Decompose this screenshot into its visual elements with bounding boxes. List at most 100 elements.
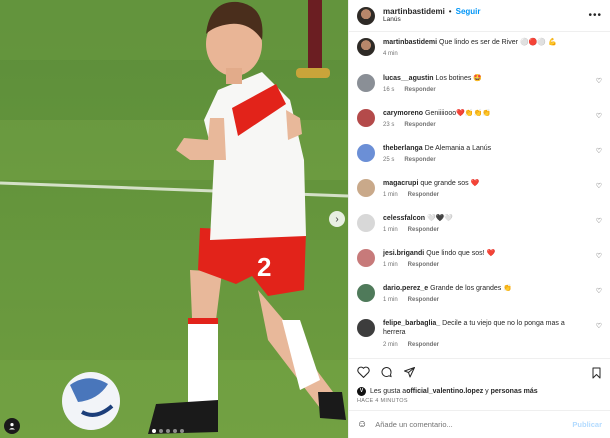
- reply-button[interactable]: Responder: [404, 122, 435, 128]
- reply-button[interactable]: Responder: [408, 297, 439, 303]
- commenter-avatar[interactable]: [357, 144, 375, 162]
- carousel-dot: [180, 429, 184, 433]
- football-photo: 2: [0, 0, 348, 438]
- heart-icon[interactable]: ♡: [596, 182, 602, 190]
- heart-icon[interactable]: ♡: [596, 287, 602, 295]
- heart-icon[interactable]: ♡: [596, 217, 602, 225]
- comment-username[interactable]: magacrupi: [383, 180, 418, 187]
- chevron-right-icon: ›: [335, 213, 339, 225]
- caption-time: 4 min: [383, 51, 398, 58]
- author-avatar[interactable]: [357, 6, 375, 25]
- commenter-avatar[interactable]: [357, 179, 375, 197]
- author-username[interactable]: martinbastidemi: [383, 7, 445, 16]
- comment-text: Grande de los grandes 👏: [430, 285, 512, 292]
- reply-button[interactable]: Responder: [408, 192, 439, 198]
- heart-icon[interactable]: ♡: [596, 322, 602, 330]
- comment-item: carymoreno Geniiiiooo❤️👏👏👏 23 s Responder ♡: [357, 109, 602, 144]
- comment-time: 23 s: [383, 122, 395, 129]
- caption: martinbastidemi Que lindo es ser de Rive…: [357, 38, 602, 74]
- comment-input[interactable]: Añade un comentario...: [375, 420, 572, 429]
- post-sidebar: martinbastidemi • Seguir Lanús ••• marti…: [348, 0, 610, 438]
- caption-username[interactable]: martinbastidemi: [383, 39, 437, 46]
- comment-username[interactable]: carymoreno: [383, 110, 423, 117]
- comment-time: 2 min: [383, 341, 398, 348]
- like-button[interactable]: [357, 366, 370, 378]
- next-image-button[interactable]: ›: [329, 211, 345, 227]
- comment-icon: [381, 366, 392, 377]
- comment-text: 🤍🖤🤍: [426, 215, 454, 222]
- comment-username[interactable]: celessfalcon: [383, 215, 425, 222]
- heart-icon[interactable]: ♡: [596, 147, 602, 155]
- likes-others-link[interactable]: personas más: [491, 388, 538, 395]
- tagged-users-button[interactable]: [4, 418, 20, 434]
- comment-item: magacrupi que grande sos ❤️ 1 min Responde…: [357, 179, 602, 214]
- heart-icon[interactable]: ♡: [596, 112, 602, 120]
- more-options-icon[interactable]: •••: [588, 10, 602, 21]
- comment-time: 16 s: [383, 87, 395, 94]
- emoji-icon[interactable]: ☺: [357, 419, 367, 430]
- liker-avatar: V: [357, 386, 366, 396]
- comment-text: Los botines 🤩: [435, 75, 482, 82]
- comments-list[interactable]: martinbastidemi Que lindo es ser de Rive…: [349, 32, 610, 358]
- post-location[interactable]: Lanús: [383, 16, 481, 23]
- publish-button[interactable]: Publicar: [572, 420, 602, 429]
- comment-username[interactable]: lucas__agustin: [383, 75, 434, 82]
- comment-username[interactable]: jesi.brigandi: [383, 250, 424, 257]
- carousel-dot: [166, 429, 170, 433]
- commenter-avatar[interactable]: [357, 249, 375, 267]
- carousel-dot: [173, 429, 177, 433]
- user-icon: [9, 423, 15, 430]
- comment-text: que grande sos ❤️: [420, 180, 480, 187]
- commenter-avatar[interactable]: [357, 319, 375, 337]
- comment-time: 1 min: [383, 262, 398, 269]
- likes-suffix: y: [483, 387, 491, 395]
- add-comment-bar: ☺ Añade un comentario... Publicar: [349, 410, 610, 438]
- liker-username[interactable]: official_valentino.lopez: [406, 388, 483, 395]
- comment-item: lucas__agustin Los botines 🤩 16 s Responde…: [357, 74, 602, 109]
- share-button[interactable]: [403, 366, 416, 378]
- reply-button[interactable]: Responder: [404, 87, 435, 93]
- comment-button[interactable]: [380, 366, 393, 378]
- comment-time: 1 min: [383, 227, 398, 234]
- carousel-dot: [159, 429, 163, 433]
- commenter-avatar[interactable]: [357, 109, 375, 127]
- carousel-dot: [152, 429, 156, 433]
- commenter-avatar[interactable]: [357, 214, 375, 232]
- caption-text: Que lindo es ser de River ⚪🔴⚪ 💪: [439, 39, 557, 46]
- save-button[interactable]: [591, 366, 602, 384]
- comment-time: 1 min: [383, 192, 398, 199]
- comment-item: theberlanga De Alemania a Lanús 25 s Respo…: [357, 144, 602, 179]
- comment-username[interactable]: dario.perez_e: [383, 285, 428, 292]
- comment-item: celessfalcon 🤍🖤🤍 1 min Responder ♡: [357, 214, 602, 249]
- post-media[interactable]: 2 ›: [0, 0, 348, 438]
- comment-text: Que lindo que sos! ❤️: [426, 250, 496, 257]
- author-avatar[interactable]: [357, 38, 375, 56]
- commenter-avatar[interactable]: [357, 74, 375, 92]
- action-bar: [349, 358, 610, 384]
- bookmark-icon: [592, 367, 601, 379]
- jersey-number: 2: [257, 252, 271, 282]
- heart-icon[interactable]: ♡: [596, 77, 602, 85]
- likes-prefix: Les gusta a: [370, 387, 407, 395]
- reply-button[interactable]: Responder: [408, 342, 439, 348]
- reply-button[interactable]: Responder: [408, 227, 439, 233]
- send-icon: [404, 366, 415, 377]
- commenter-avatar[interactable]: [357, 284, 375, 302]
- likes-summary: V Les gusta a official_valentino.lopez y…: [349, 384, 610, 398]
- reply-button[interactable]: Responder: [404, 157, 435, 163]
- reply-button[interactable]: Responder: [408, 262, 439, 268]
- heart-icon[interactable]: ♡: [596, 252, 602, 260]
- post-header: martinbastidemi • Seguir Lanús •••: [349, 0, 610, 32]
- comment-text: De Alemania a Lanús: [424, 145, 492, 152]
- follow-button[interactable]: Seguir: [456, 7, 481, 16]
- comment-time: 1 min: [383, 297, 398, 304]
- comment-item: jesi.brigandi Que lindo que sos! ❤️ 1 min…: [357, 249, 602, 284]
- comment-username[interactable]: theberlanga: [383, 145, 423, 152]
- comment-item: dario.perez_e Grande de los grandes 👏 1 m…: [357, 284, 602, 319]
- post-timestamp: HACE 4 MINUTOS: [357, 398, 408, 404]
- comment-text: Geniiiiooo❤️👏👏👏: [425, 110, 492, 117]
- instagram-post: 2 › martinbastidemi • Seguir Lanús ••• m…: [0, 0, 610, 438]
- separator-dot: •: [448, 7, 452, 17]
- comment-username[interactable]: felipe_barbaglia_: [383, 320, 440, 327]
- comment-time: 25 s: [383, 157, 395, 164]
